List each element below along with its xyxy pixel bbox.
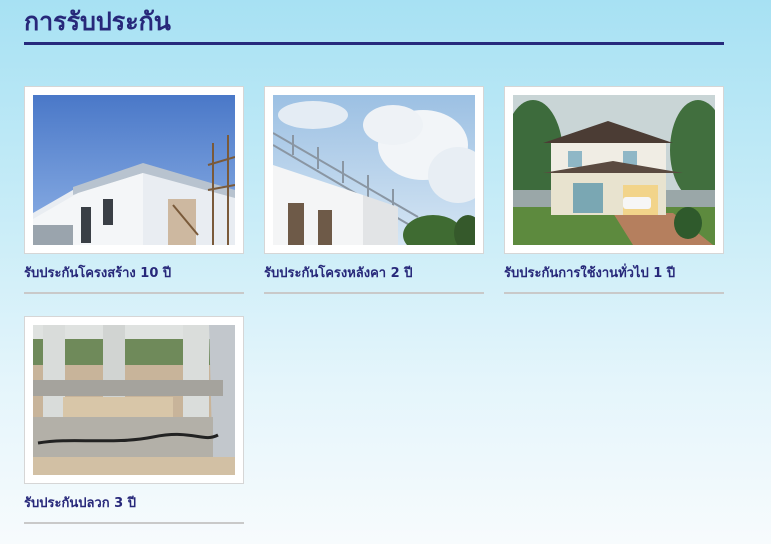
roof-photo[interactable] xyxy=(264,86,484,254)
structure-photo[interactable] xyxy=(24,86,244,254)
caption-divider xyxy=(24,292,244,294)
caption-divider xyxy=(24,522,244,524)
caption-divider xyxy=(504,292,724,294)
title-underline xyxy=(24,42,724,45)
caption-divider xyxy=(264,292,484,294)
completed-house-image xyxy=(513,95,715,245)
page-title: การรับประกัน xyxy=(24,7,171,36)
house-photo[interactable] xyxy=(504,86,724,254)
foundation-image xyxy=(33,325,235,475)
termite-photo[interactable] xyxy=(24,316,244,484)
card-caption[interactable]: รับประกันปลวก 3 ปี xyxy=(24,492,244,513)
roof-frame-image xyxy=(273,95,475,245)
card-caption[interactable]: รับประกันโครงหลังคา 2 ปี xyxy=(264,262,484,283)
card-caption[interactable]: รับประกันโครงสร้าง 10 ปี xyxy=(24,262,244,283)
card-caption[interactable]: รับประกันการใช้งานทั่วไป 1 ปี xyxy=(504,262,724,283)
house-structure-image xyxy=(33,95,235,245)
